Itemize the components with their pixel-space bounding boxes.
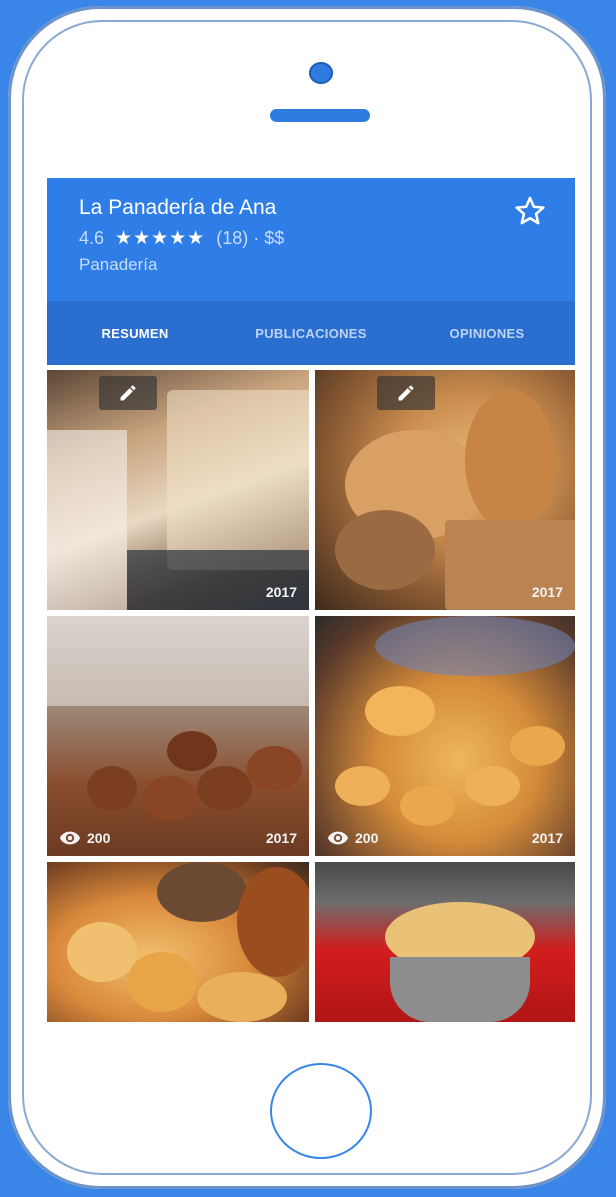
front-camera (309, 62, 333, 84)
eye-icon (327, 831, 349, 845)
eye-icon (59, 831, 81, 845)
photo-bread-loaves[interactable]: 2017 (315, 370, 575, 610)
photo-views: 200 (59, 830, 110, 846)
views-count: 200 (355, 830, 379, 846)
save-star-icon[interactable] (513, 194, 547, 228)
photo-pastries[interactable]: 200 2017 (315, 616, 575, 856)
tab-opiniones[interactable]: OPINIONES (399, 326, 575, 341)
rating-stars-icon: ★★★★★ (115, 228, 206, 249)
edit-photo-button[interactable] (99, 376, 157, 410)
edit-photo-button[interactable] (377, 376, 435, 410)
place-screen: La Panadería de Ana 4.6 ★★★★★ (18) · $$ … (47, 178, 575, 1022)
views-count: 200 (87, 830, 111, 846)
rating-value: 4.6 (79, 228, 105, 248)
photo-year: 2017 (265, 830, 297, 846)
photo-year: 2017 (265, 584, 297, 600)
tab-publicaciones[interactable]: PUBLICACIONES (223, 326, 399, 341)
reviews-and-price: (18) · $$ (216, 228, 285, 248)
photo-views: 200 (327, 830, 378, 846)
photo-bakery-counter[interactable]: 2017 (47, 370, 309, 610)
home-button[interactable] (270, 1063, 372, 1159)
photo-oven-mitts-pan[interactable] (315, 862, 575, 1022)
place-header: La Panadería de Ana 4.6 ★★★★★ (18) · $$ … (47, 178, 575, 301)
photo-muffins[interactable]: 200 2017 (47, 616, 309, 856)
photo-year: 2017 (531, 830, 563, 846)
edit-icon (398, 385, 414, 401)
edit-icon (120, 385, 136, 401)
place-title: La Panadería de Ana (79, 196, 277, 219)
earpiece-speaker (270, 109, 370, 122)
photo-year: 2017 (531, 584, 563, 600)
tab-bar: RESUMEN PUBLICACIONES OPINIONES (47, 301, 575, 365)
rating-row: 4.6 ★★★★★ (18) · $$ (79, 227, 284, 250)
tab-resumen[interactable]: RESUMEN (47, 326, 223, 341)
place-category: Panadería (79, 255, 158, 274)
photo-bread-assortment[interactable] (47, 862, 309, 1022)
